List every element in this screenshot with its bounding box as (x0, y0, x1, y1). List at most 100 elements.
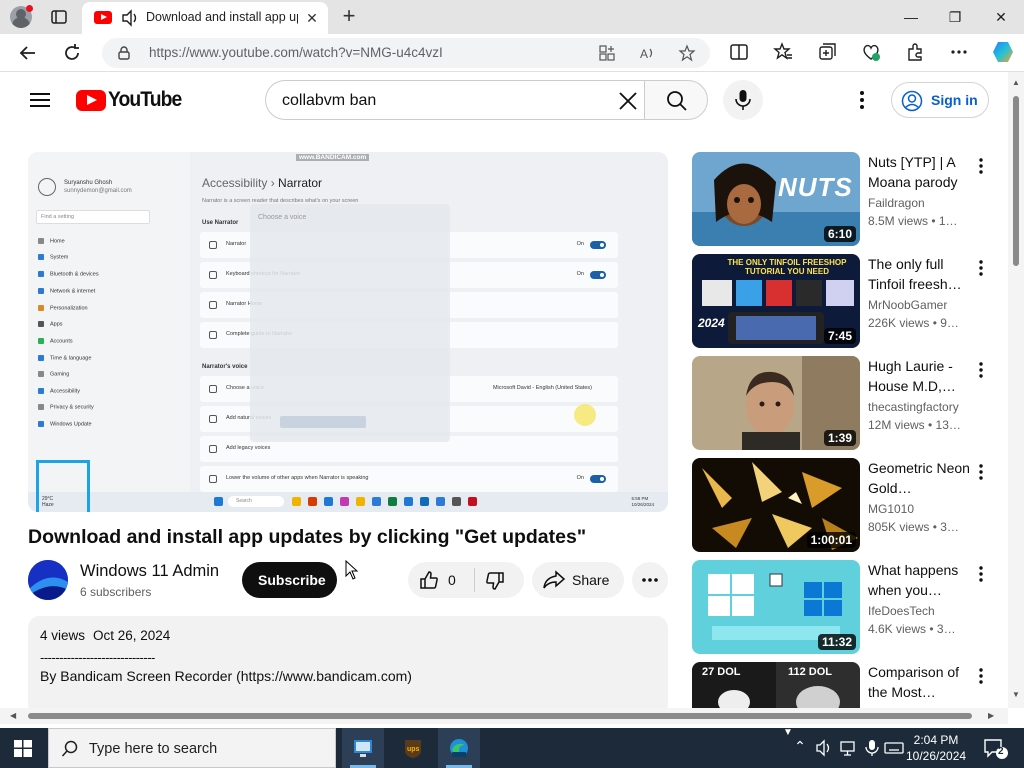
read-aloud-icon[interactable]: A (638, 44, 656, 62)
recommendation-thumbnail[interactable]: THE ONLY TINFOIL FREESHOP TUTORIAL YOU N… (692, 254, 860, 348)
recommendation-thumbnail[interactable]: NUTS 6:10 (692, 152, 860, 246)
sign-in-button[interactable]: Sign in (891, 82, 989, 118)
horizontal-scrollbar[interactable]: ◀ ▶ (0, 708, 1008, 724)
scroll-right-icon[interactable]: ▶ (988, 711, 994, 720)
search-button[interactable] (644, 80, 708, 120)
recommendation-channel[interactable]: MG1010 (868, 502, 914, 516)
recommendation-title[interactable]: Hugh Laurie - House M.D,… (868, 356, 972, 396)
search-input[interactable]: collabvm ban (282, 92, 376, 110)
volume-icon[interactable] (814, 738, 834, 758)
kebab-menu-icon[interactable] (974, 360, 988, 380)
new-tab-icon[interactable]: + (338, 5, 360, 27)
recommendation-item[interactable]: 27 DOL 112 DOL Comparison of the Most… (692, 662, 1000, 708)
back-icon[interactable] (16, 41, 40, 65)
subscribe-label: Subscribe (258, 572, 326, 588)
recommendation-item[interactable]: NUTS 6:10 Nuts [YTP] | A Moana parody Fa… (692, 152, 1000, 246)
more-actions-button[interactable] (632, 562, 668, 598)
split-screen-icon[interactable] (728, 41, 750, 63)
youtube-wordmark[interactable]: YouTube (108, 88, 182, 112)
taskbar-app-remote[interactable] (342, 728, 384, 768)
youtube-page: YouTube collabvm ban Sign in Suryanshu G… (0, 72, 1008, 708)
description-box[interactable]: 4 views Oct 26, 2024 --------------------… (28, 616, 668, 708)
taskbar-app-ups[interactable]: ups (392, 728, 434, 768)
search-box[interactable]: collabvm ban (265, 80, 645, 120)
refresh-icon[interactable] (60, 41, 84, 65)
address-bar[interactable]: https://www.youtube.com/watch?v=NMG-u4c4… (102, 38, 710, 68)
video-frame-nav-item: Bluetooth & devices (38, 271, 99, 277)
app-install-icon[interactable] (598, 44, 616, 62)
tab-actions-icon[interactable] (50, 8, 68, 26)
microphone-icon (735, 90, 751, 110)
show-hidden-icons[interactable]: ⌃ (790, 738, 810, 758)
recommendation-thumbnail[interactable]: 1:00:01 (692, 458, 860, 552)
windows-start-icon[interactable] (14, 740, 32, 757)
video-player[interactable]: Suryanshu Ghosh sunnydemon@gmail.com Fin… (28, 152, 668, 512)
kebab-menu-icon[interactable] (974, 564, 988, 584)
active-tab[interactable]: Download and install app updates by clic… (82, 2, 328, 34)
channel-name[interactable]: Windows 11 Admin (80, 562, 219, 581)
speaker-icon[interactable] (120, 9, 140, 27)
network-icon[interactable] (838, 738, 858, 758)
recommendation-thumbnail[interactable]: 27 DOL 112 DOL (692, 662, 860, 708)
collections-icon[interactable] (816, 41, 838, 63)
lock-icon[interactable] (116, 45, 132, 61)
microphone-tray-icon[interactable] (862, 738, 882, 758)
video-frame-row: Lower the volume of other apps when Narr… (200, 466, 618, 492)
tab-close-icon[interactable]: ✕ (304, 10, 320, 26)
channel-avatar[interactable] (28, 560, 68, 600)
recommendation-channel[interactable]: IfeDoesTech (868, 604, 935, 618)
browser-essentials-icon[interactable] (860, 41, 882, 63)
close-window-icon[interactable]: ✕ (986, 6, 1016, 28)
dislike-icon[interactable] (484, 570, 506, 592)
kebab-menu-icon[interactable] (974, 462, 988, 482)
extensions-icon[interactable] (904, 41, 926, 63)
restore-icon[interactable]: ❐ (940, 6, 970, 28)
share-button[interactable]: Share (532, 562, 624, 598)
horizontal-scroll-thumb[interactable] (28, 713, 972, 719)
favorite-star-icon[interactable] (678, 44, 696, 62)
recommendation-title[interactable]: What happens when you… (868, 560, 972, 600)
recommendation-item[interactable]: 1:39 Hugh Laurie - House M.D,… thecastin… (692, 356, 1000, 450)
recommendation-thumbnail[interactable]: 11:32 (692, 560, 860, 654)
taskbar-search[interactable]: Type here to search (48, 728, 336, 768)
kebab-menu-icon[interactable] (974, 258, 988, 278)
video-frame-settings-sidebar: Suryanshu Ghosh sunnydemon@gmail.com Fin… (28, 152, 190, 492)
recommendation-channel[interactable]: MrNoobGamer (868, 298, 947, 312)
recommendation-title[interactable]: The only full Tinfoil freesh… (868, 254, 972, 294)
url-text[interactable]: https://www.youtube.com/watch?v=NMG-u4c4… (149, 45, 443, 60)
clear-search-icon[interactable] (616, 89, 640, 113)
video-frame-find-setting: Find a setting (36, 210, 150, 224)
like-icon[interactable] (418, 569, 440, 591)
settings-more-icon[interactable] (948, 41, 970, 63)
recommendation-thumbnail[interactable]: 1:39 (692, 356, 860, 450)
scroll-left-icon[interactable]: ◀ (10, 711, 16, 720)
vertical-scrollbar[interactable]: ▲ ▼ (1008, 72, 1024, 708)
kebab-menu-icon[interactable] (974, 156, 988, 176)
recommendation-views: 4.6K views • 3… (868, 622, 956, 636)
scroll-up-icon[interactable]: ▲ (1012, 78, 1020, 87)
minimize-icon[interactable]: — (896, 6, 926, 28)
menu-icon[interactable] (30, 93, 50, 107)
video-frame-nav-item: Home (38, 238, 65, 244)
taskbar-app-edge[interactable] (438, 728, 480, 768)
recommendation-title[interactable]: Geometric Neon Gold… (868, 458, 972, 498)
kebab-menu-icon[interactable] (974, 666, 988, 686)
favorites-icon[interactable] (772, 41, 794, 63)
recommendation-item[interactable]: 1:00:01 Geometric Neon Gold… MG1010 805K… (692, 458, 1000, 552)
copilot-icon[interactable] (990, 39, 1016, 65)
recommendation-channel[interactable]: thecastingfactory (868, 400, 959, 414)
recommendation-item[interactable]: THE ONLY TINFOIL FREESHOP TUTORIAL YOU N… (692, 254, 1000, 348)
notification-center-button[interactable]: 2 (982, 736, 1008, 760)
youtube-logo-icon[interactable] (76, 90, 106, 111)
scroll-down-icon[interactable]: ▼ (1012, 690, 1020, 699)
voice-search-button[interactable] (723, 80, 763, 120)
settings-kebab-icon[interactable] (852, 88, 872, 112)
recommendation-item[interactable]: 11:32 What happens when you… IfeDoesTech… (692, 560, 1000, 654)
recommendation-title[interactable]: Nuts [YTP] | A Moana parody (868, 152, 972, 192)
subscribe-button[interactable]: Subscribe (242, 562, 337, 598)
keyboard-icon[interactable] (884, 738, 904, 758)
vertical-scroll-thumb[interactable] (1013, 96, 1019, 266)
taskbar-clock[interactable]: 2:04 PM 10/26/2024 (906, 732, 966, 764)
recommendation-title[interactable]: Comparison of the Most… (868, 662, 972, 702)
recommendation-channel[interactable]: Faildragon (868, 196, 925, 210)
